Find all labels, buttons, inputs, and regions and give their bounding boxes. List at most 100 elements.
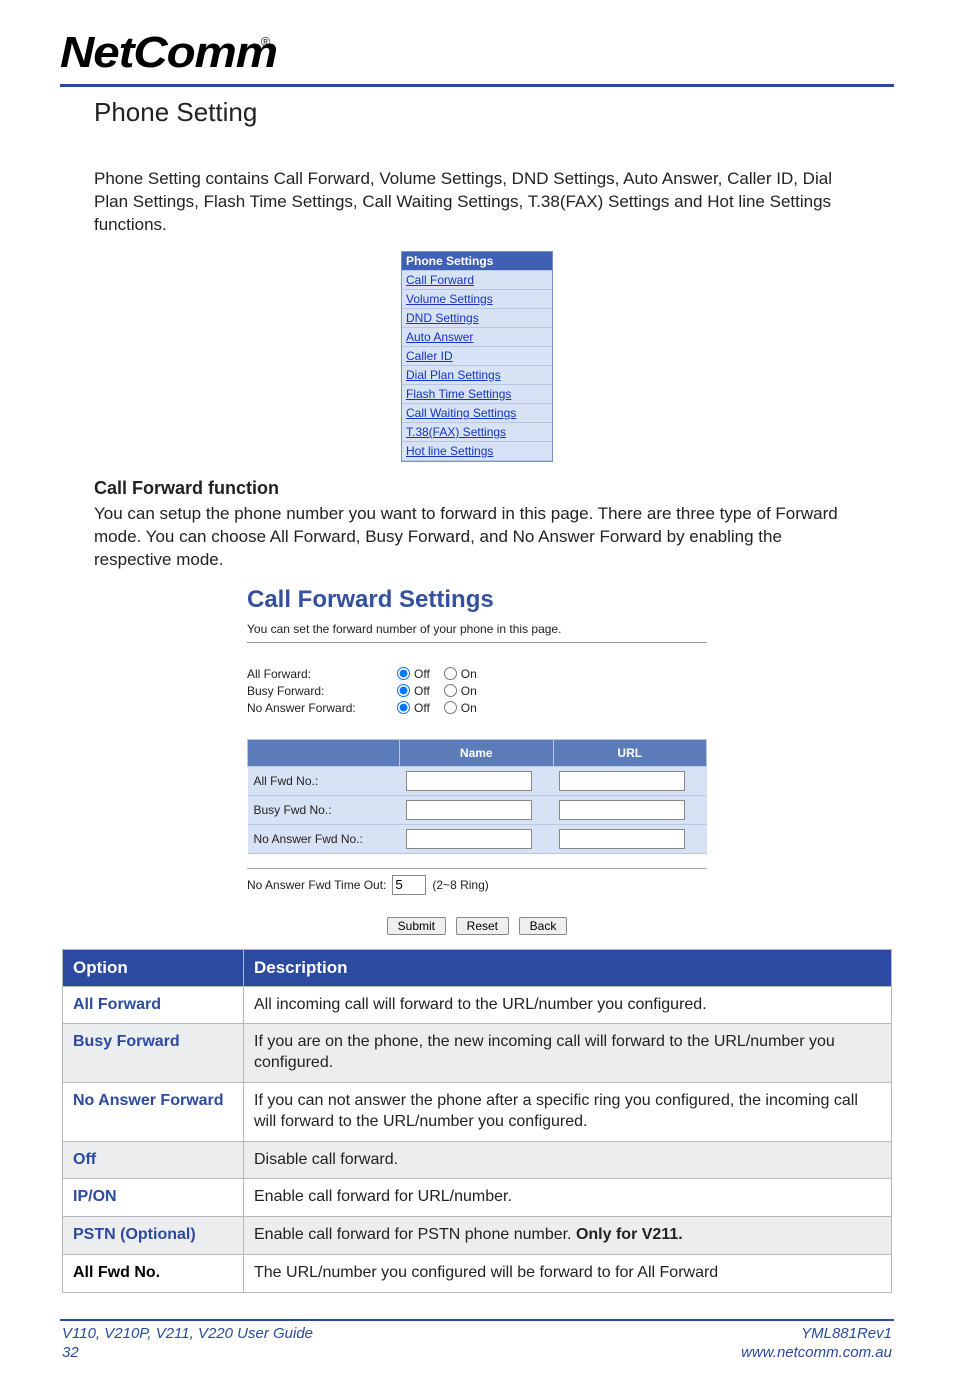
name-cell: [400, 824, 554, 853]
menu-item: Call Waiting Settings: [402, 404, 552, 423]
footer-page-number: 32: [62, 1344, 313, 1363]
menu-item: Hot line Settings: [402, 442, 552, 461]
name-input[interactable]: [406, 771, 532, 791]
menu-link[interactable]: Dial Plan Settings: [406, 368, 501, 382]
description-cell: The URL/number you configured will be fo…: [244, 1255, 892, 1293]
brand-logo: NetComm: [60, 28, 277, 78]
description-cell: If you are on the phone, the new incomin…: [244, 1024, 892, 1083]
menu-item: DND Settings: [402, 309, 552, 328]
forward-number-table: Name URL All Fwd No.:Busy Fwd No.:No Ans…: [247, 739, 707, 854]
bold-note: Only for V211.: [576, 1226, 683, 1243]
cf-subtitle: You can set the forward number of your p…: [247, 622, 707, 636]
radio-label: Busy Forward:: [247, 684, 397, 698]
menu-link[interactable]: DND Settings: [406, 311, 479, 325]
option-cell: Off: [63, 1141, 244, 1179]
col-name: Name: [400, 739, 554, 766]
row-label: No Answer Fwd No.:: [248, 824, 400, 853]
menu-item: Flash Time Settings: [402, 385, 552, 404]
name-cell: [400, 766, 554, 795]
menu-item: Volume Settings: [402, 290, 552, 309]
name-input[interactable]: [406, 800, 532, 820]
col-blank: [248, 739, 400, 766]
table-row: All Fwd No.:: [248, 766, 707, 795]
call-forward-panel: Call Forward Settings You can set the fo…: [247, 586, 707, 935]
menu-item: Call Forward: [402, 271, 552, 290]
name-input[interactable]: [406, 829, 532, 849]
col-url: URL: [553, 739, 707, 766]
head-option: Option: [63, 949, 244, 986]
cf-rule: [247, 642, 707, 643]
option-cell: Busy Forward: [63, 1024, 244, 1083]
table-row: OffDisable call forward.: [63, 1141, 892, 1179]
table-row: Busy ForwardIf you are on the phone, the…: [63, 1024, 892, 1083]
menu-link[interactable]: T.38(FAX) Settings: [406, 425, 506, 439]
url-input[interactable]: [559, 771, 685, 791]
radio-option[interactable]: On: [444, 701, 477, 715]
option-cell: All Forward: [63, 986, 244, 1024]
option-cell: PSTN (Optional): [63, 1217, 244, 1255]
reset-button[interactable]: Reset: [456, 917, 509, 935]
radio-on[interactable]: [444, 684, 457, 697]
timeout-input[interactable]: [392, 875, 426, 895]
radio-label: All Forward:: [247, 667, 397, 681]
menu-header: Phone Settings: [402, 252, 552, 271]
url-cell: [553, 766, 707, 795]
option-description-table: Option Description All ForwardAll incomi…: [62, 949, 892, 1293]
table-row: No Answer ForwardIf you can not answer t…: [63, 1083, 892, 1142]
radio-off[interactable]: [397, 684, 410, 697]
option-cell: No Answer Forward: [63, 1083, 244, 1142]
menu-link[interactable]: Hot line Settings: [406, 444, 493, 458]
table-row: No Answer Fwd No.:: [248, 824, 707, 853]
menu-link[interactable]: Volume Settings: [406, 292, 493, 306]
row-label: Busy Fwd No.:: [248, 795, 400, 824]
intro-text: Phone Setting contains Call Forward, Vol…: [94, 168, 860, 237]
description-cell: All incoming call will forward to the UR…: [244, 986, 892, 1024]
radio-label: No Answer Forward:: [247, 701, 397, 715]
option-cell: All Fwd No.: [63, 1255, 244, 1293]
description-cell: Enable call forward for URL/number.: [244, 1179, 892, 1217]
url-input[interactable]: [559, 829, 685, 849]
table-row: PSTN (Optional)Enable call forward for P…: [63, 1217, 892, 1255]
description-cell: Disable call forward.: [244, 1141, 892, 1179]
registered-mark: ®: [261, 34, 271, 49]
table-row: Busy Fwd No.:: [248, 795, 707, 824]
timeout-label: No Answer Fwd Time Out:: [247, 878, 386, 892]
menu-link[interactable]: Call Forward: [406, 273, 474, 287]
radio-off[interactable]: [397, 701, 410, 714]
radio-option[interactable]: Off: [397, 701, 430, 715]
header-rule: [60, 84, 894, 87]
radio-on[interactable]: [444, 701, 457, 714]
table-row: All ForwardAll incoming call will forwar…: [63, 986, 892, 1024]
menu-link[interactable]: Flash Time Settings: [406, 387, 511, 401]
menu-link[interactable]: Call Waiting Settings: [406, 406, 516, 420]
phone-settings-menu: Phone Settings Call Forward Volume Settin…: [401, 251, 553, 462]
radio-row: No Answer Forward:Off On: [247, 701, 707, 715]
radio-option[interactable]: On: [444, 667, 477, 681]
name-cell: [400, 795, 554, 824]
footer-url: www.netcomm.com.au: [741, 1344, 892, 1363]
radio-off[interactable]: [397, 667, 410, 680]
radio-option[interactable]: Off: [397, 667, 430, 681]
table-row: All Fwd No.The URL/number you configured…: [63, 1255, 892, 1293]
head-description: Description: [244, 949, 892, 986]
menu-link[interactable]: Auto Answer: [406, 330, 473, 344]
url-cell: [553, 824, 707, 853]
radio-option[interactable]: On: [444, 684, 477, 698]
row-label: All Fwd No.:: [248, 766, 400, 795]
radio-option[interactable]: Off: [397, 684, 430, 698]
menu-link[interactable]: Caller ID: [406, 349, 453, 363]
footer-rule: [60, 1319, 894, 1321]
menu-item: Caller ID: [402, 347, 552, 366]
url-cell: [553, 795, 707, 824]
url-input[interactable]: [559, 800, 685, 820]
description-cell: If you can not answer the phone after a …: [244, 1083, 892, 1142]
radio-on[interactable]: [444, 667, 457, 680]
timeout-hint: (2~8 Ring): [432, 878, 488, 892]
cf-title: Call Forward Settings: [247, 586, 707, 614]
menu-item: Auto Answer: [402, 328, 552, 347]
radio-row: All Forward:Off On: [247, 667, 707, 681]
back-button[interactable]: Back: [519, 917, 568, 935]
submit-button[interactable]: Submit: [387, 917, 446, 935]
page-footer: V110, V210P, V211, V220 User Guide 32 YM…: [60, 1325, 894, 1378]
menu-item: Dial Plan Settings: [402, 366, 552, 385]
